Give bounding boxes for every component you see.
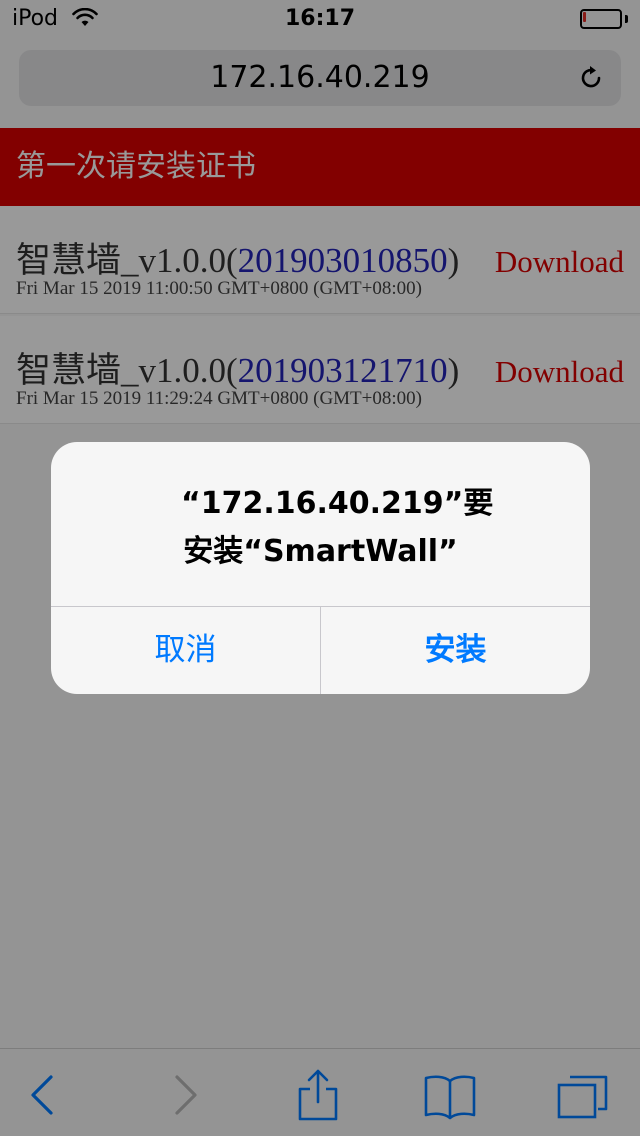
cancel-button[interactable]: 取消 — [51, 607, 320, 694]
alert-message: “172.16.40.219”要安装“SmartWall” — [181, 486, 494, 569]
install-button[interactable]: 安装 — [321, 607, 590, 694]
install-alert-dialog: “172.16.40.219”要安装“SmartWall” 取消 安装 — [51, 442, 590, 694]
